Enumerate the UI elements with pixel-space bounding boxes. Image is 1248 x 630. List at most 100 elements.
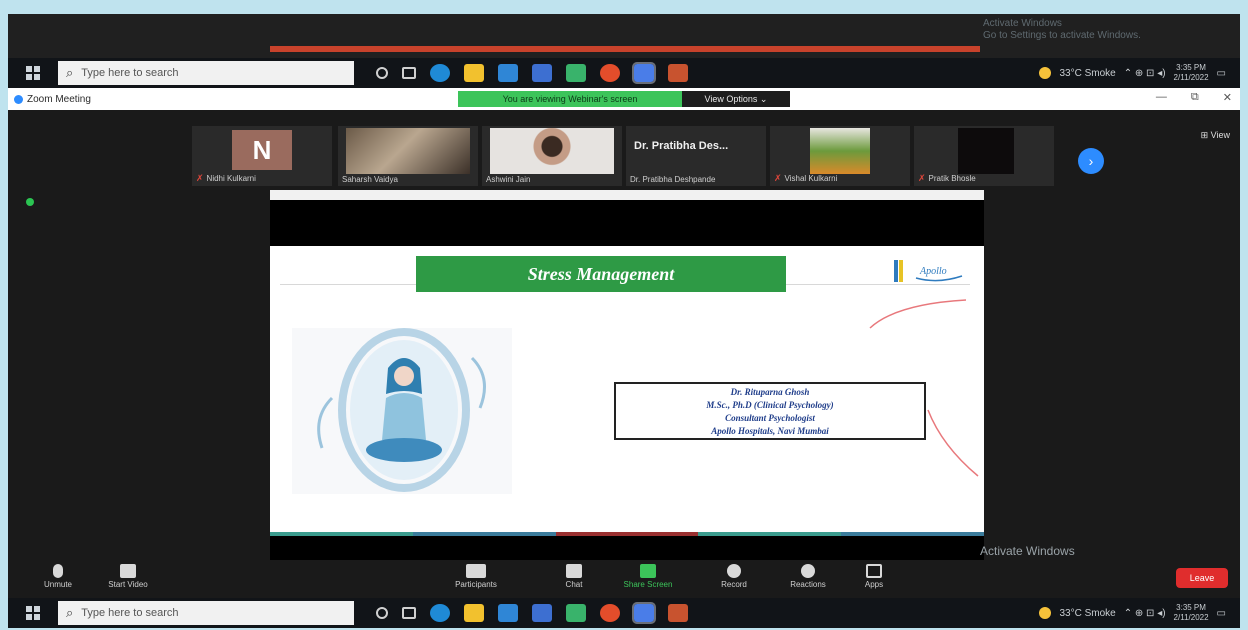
participant-strip: N ✗ Nidhi Kulkarni Saharsh Vaidya Ashwin… bbox=[8, 110, 1240, 190]
zoom-app-icon[interactable] bbox=[632, 602, 656, 624]
share-screen-icon bbox=[640, 564, 656, 578]
participant-label: Dr. Pratibha Deshpande bbox=[630, 175, 762, 184]
video-off-icon bbox=[120, 564, 136, 578]
unmute-button[interactable]: Unmute bbox=[28, 564, 88, 589]
participants-button[interactable]: Participants bbox=[446, 564, 506, 589]
camera-icon[interactable] bbox=[566, 64, 586, 82]
close-icon[interactable]: ✕ bbox=[1223, 91, 1232, 104]
chat-icon bbox=[566, 564, 582, 578]
activate-subtitle: Go to Settings to activate Windows. bbox=[983, 30, 1141, 41]
start-video-button[interactable]: Start Video bbox=[98, 564, 158, 589]
participant-tile[interactable]: Ashwini Jain bbox=[482, 126, 622, 186]
system-tray: 33°C Smoke ⌃ ⊕ ⊡ ◂) 3:35 PM 2/11/2022 ▭ bbox=[1039, 603, 1240, 623]
system-tray: 33°C Smoke ⌃ ⊕ ⊡ ◂) 3:35 PM 2/11/2022 ▭ bbox=[1039, 63, 1240, 83]
participant-tile[interactable]: N ✗ Nidhi Kulkarni bbox=[192, 126, 332, 186]
participants-icon bbox=[466, 564, 486, 578]
clock-date: 2/11/2022 bbox=[1173, 613, 1209, 622]
maximize-icon[interactable]: ⧉ bbox=[1191, 91, 1199, 104]
participant-video bbox=[490, 128, 614, 174]
store-icon[interactable] bbox=[498, 604, 518, 622]
author-affiliation: Apollo Hospitals, Navi Mumbai bbox=[711, 426, 829, 436]
screenshot-frame: Activate Windows Go to Settings to activ… bbox=[8, 14, 1240, 628]
chrome-icon[interactable] bbox=[600, 604, 620, 622]
file-explorer-icon[interactable] bbox=[464, 64, 484, 82]
slide-title: Stress Management bbox=[416, 256, 786, 292]
task-view-icon[interactable] bbox=[402, 607, 416, 619]
zoom-logo-icon bbox=[14, 94, 23, 104]
next-page-button[interactable]: › bbox=[1078, 148, 1104, 174]
reactions-icon bbox=[801, 564, 815, 578]
clock[interactable]: 3:35 PM 2/11/2022 bbox=[1174, 63, 1209, 83]
connection-indicator bbox=[26, 198, 34, 206]
control-label: Start Video bbox=[108, 580, 148, 589]
tray-icons[interactable]: ⌃ ⊕ ⊡ ◂) bbox=[1124, 608, 1166, 619]
activate-title: Activate Windows bbox=[980, 544, 1075, 558]
participant-name: Dr. Pratibha Deshpande bbox=[630, 175, 716, 184]
weather-text[interactable]: 33°C Smoke bbox=[1059, 608, 1115, 619]
annotation-stroke bbox=[869, 299, 967, 329]
record-icon bbox=[727, 564, 741, 578]
zoom-app-icon[interactable] bbox=[632, 62, 656, 84]
control-label: Record bbox=[721, 580, 747, 589]
store-icon[interactable] bbox=[498, 64, 518, 82]
mail-icon[interactable] bbox=[532, 604, 552, 622]
view-options-button[interactable]: View Options ⌄ bbox=[682, 91, 790, 107]
record-button[interactable]: Record bbox=[704, 564, 764, 589]
slide-footer-bar bbox=[270, 532, 984, 536]
participant-tile[interactable]: ✗ Pratik Bhosle bbox=[914, 126, 1054, 186]
mail-icon[interactable] bbox=[532, 64, 552, 82]
leave-meeting-button[interactable]: Leave bbox=[1176, 568, 1228, 588]
taskbar-apps bbox=[376, 602, 688, 624]
clock[interactable]: 3:35 PM 2/11/2022 bbox=[1174, 603, 1209, 623]
cortana-icon[interactable] bbox=[376, 607, 388, 619]
edge-icon[interactable] bbox=[430, 64, 450, 82]
clock-time: 3:35 PM bbox=[1176, 63, 1206, 72]
windows-start-icon[interactable] bbox=[26, 606, 48, 620]
participant-tile[interactable]: Dr. Pratibha Des... Dr. Pratibha Deshpan… bbox=[626, 126, 766, 186]
weather-text[interactable]: 33°C Smoke bbox=[1059, 68, 1115, 79]
participant-tile[interactable]: Saharsh Vaidya bbox=[338, 126, 478, 186]
taskbar-search-box[interactable]: ⌕ Type here to search bbox=[58, 61, 354, 85]
windows-taskbar-bottom: ⌕ Type here to search 33°C Smoke ⌃ ⊕ ⊡ ◂… bbox=[8, 598, 1240, 628]
nested-screen-top: Activate Windows Go to Settings to activ… bbox=[8, 14, 1240, 58]
window-title-text: Zoom Meeting bbox=[27, 93, 91, 105]
muted-mic-icon: ✗ bbox=[774, 173, 782, 183]
author-info-box: Dr. Rituparna Ghosh M.Sc., Ph.D (Clinica… bbox=[614, 382, 926, 440]
logo-text: Apollo bbox=[919, 266, 947, 277]
author-qualification: M.Sc., Ph.D (Clinical Psychology) bbox=[706, 400, 834, 410]
powerpoint-icon[interactable] bbox=[668, 604, 688, 622]
participant-video bbox=[346, 128, 470, 174]
zoom-window-title: Zoom Meeting bbox=[14, 94, 91, 105]
participant-name: Nidhi Kulkarni bbox=[206, 174, 256, 183]
weather-icon bbox=[1039, 67, 1052, 79]
edge-icon[interactable] bbox=[430, 604, 450, 622]
muted-mic-icon: ✗ bbox=[196, 173, 204, 183]
participant-name: Ashwini Jain bbox=[486, 175, 531, 184]
cortana-icon[interactable] bbox=[376, 67, 388, 79]
zoom-titlebar: Zoom Meeting You are viewing Webinar's s… bbox=[8, 88, 1240, 110]
chat-button[interactable]: Chat bbox=[544, 564, 604, 589]
participant-video bbox=[810, 128, 870, 174]
apps-button[interactable]: Apps bbox=[844, 564, 904, 589]
tray-icons[interactable]: ⌃ ⊕ ⊡ ◂) bbox=[1124, 68, 1166, 79]
file-explorer-icon[interactable] bbox=[464, 604, 484, 622]
minimize-icon[interactable]: — bbox=[1156, 91, 1167, 104]
windows-start-icon[interactable] bbox=[26, 66, 48, 80]
participant-name: Saharsh Vaidya bbox=[342, 175, 398, 184]
search-placeholder: Type here to search bbox=[81, 67, 179, 79]
annotation-stroke bbox=[927, 409, 979, 477]
task-view-icon[interactable] bbox=[402, 67, 416, 79]
participant-tile[interactable]: ✗ Vishal Kulkarni bbox=[770, 126, 910, 186]
powerpoint-icon[interactable] bbox=[668, 64, 688, 82]
participant-name: Pratik Bhosle bbox=[928, 174, 976, 183]
camera-icon[interactable] bbox=[566, 604, 586, 622]
reactions-button[interactable]: Reactions bbox=[778, 564, 838, 589]
notification-icon[interactable]: ▭ bbox=[1217, 68, 1226, 79]
view-button[interactable]: ⊞ View bbox=[1201, 130, 1230, 141]
taskbar-search-box[interactable]: ⌕ Type here to search bbox=[58, 601, 354, 625]
windows-taskbar-top: ⌕ Type here to search 33°C Smoke ⌃ ⊕ ⊡ ◂… bbox=[8, 58, 1240, 88]
chrome-icon[interactable] bbox=[600, 64, 620, 82]
mic-muted-icon bbox=[53, 564, 63, 578]
notification-icon[interactable]: ▭ bbox=[1217, 608, 1226, 619]
share-screen-button[interactable]: Share Screen bbox=[618, 564, 678, 589]
